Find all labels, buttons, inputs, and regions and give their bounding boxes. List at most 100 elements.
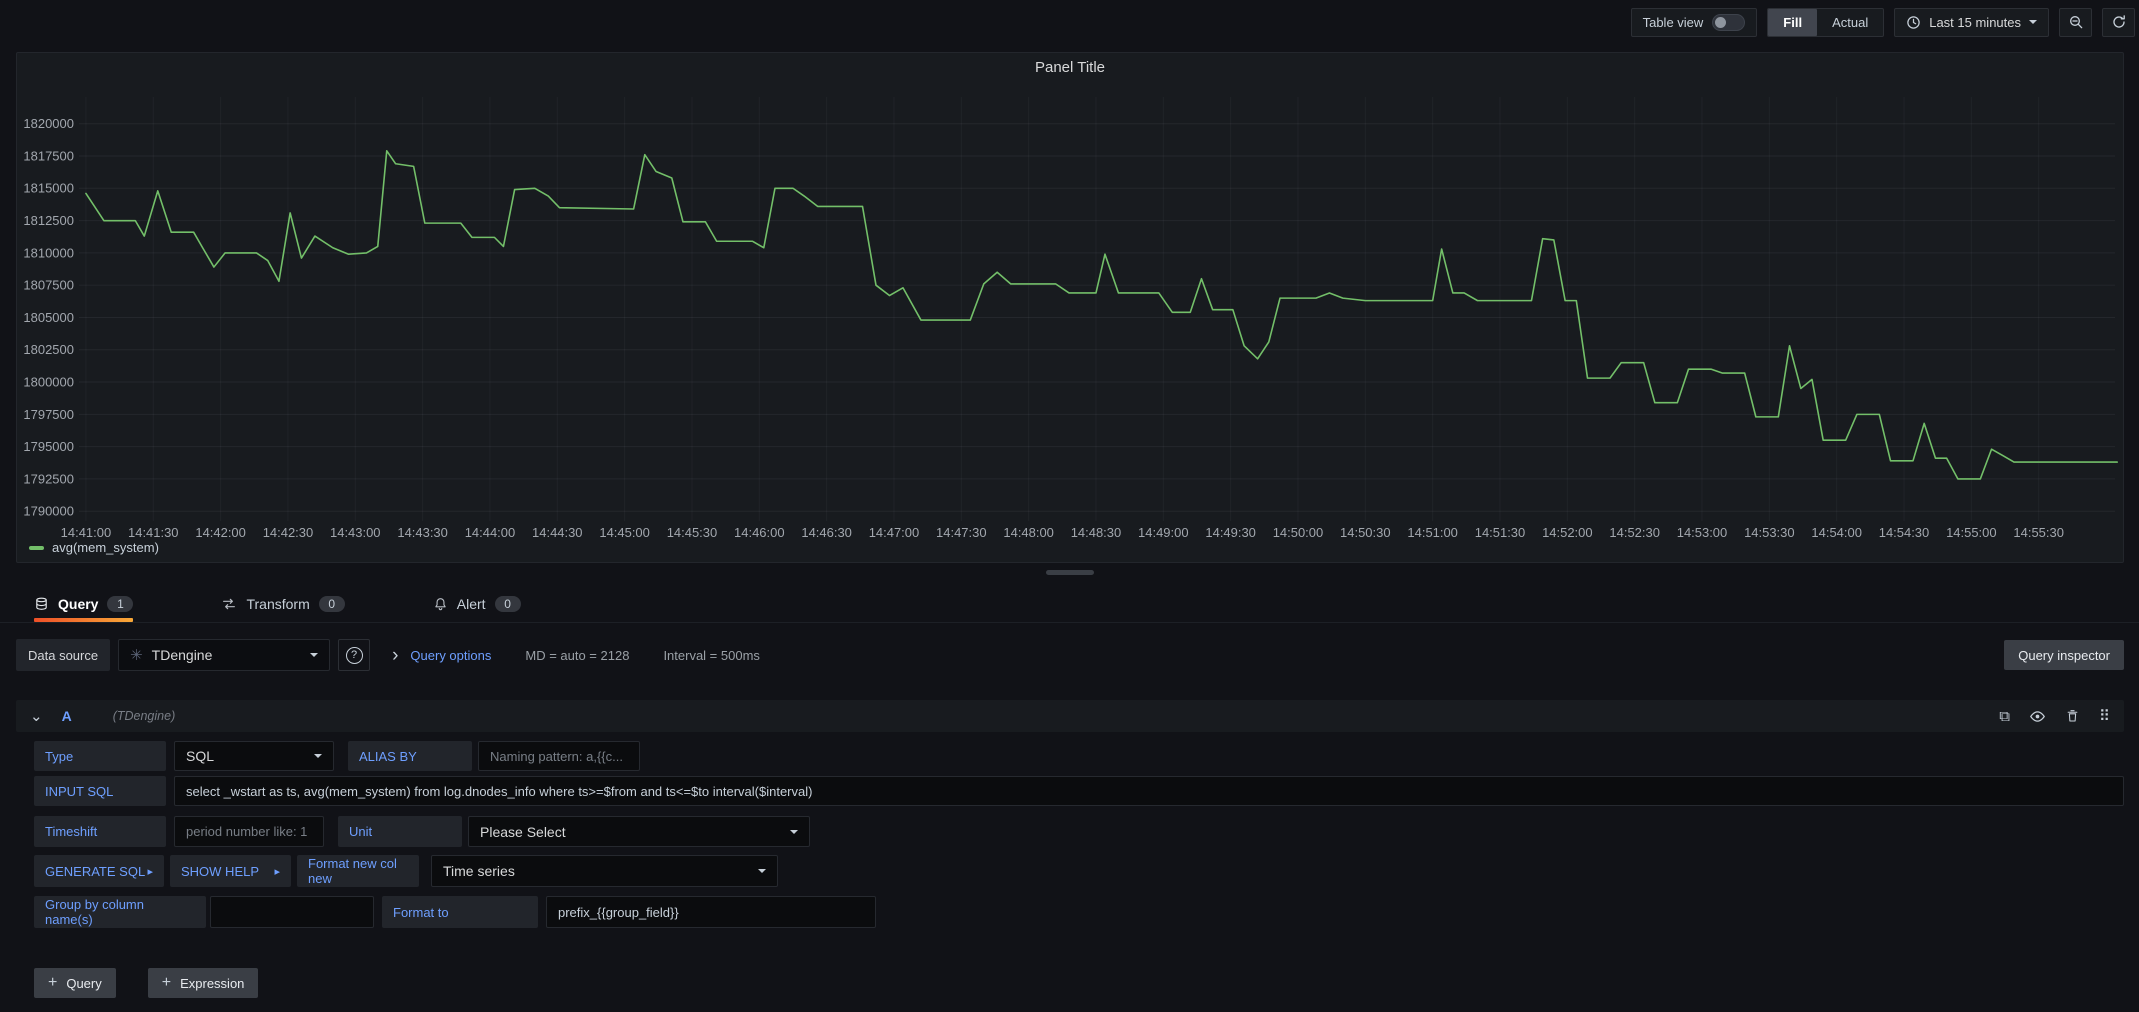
alias-by-input[interactable] <box>478 741 640 771</box>
type-select[interactable]: SQL <box>174 741 334 771</box>
format-to-input[interactable] <box>546 896 876 928</box>
svg-text:1805000: 1805000 <box>23 310 74 325</box>
zoom-out-button[interactable] <box>2059 8 2092 37</box>
legend-series-marker <box>29 546 44 550</box>
svg-text:1795000: 1795000 <box>23 439 74 454</box>
time-series-panel: 1820000181750018150001812500181000018075… <box>16 52 2124 563</box>
actual-button[interactable]: Actual <box>1817 9 1883 36</box>
type-label: Type <box>34 741 166 771</box>
svg-text:1800000: 1800000 <box>23 375 74 390</box>
svg-text:14:52:00: 14:52:00 <box>1542 525 1592 540</box>
table-view-toggle[interactable] <box>1712 14 1745 31</box>
time-range-label: Last 15 minutes <box>1929 15 2021 30</box>
svg-text:1815000: 1815000 <box>23 181 74 196</box>
unit-label: Unit <box>338 816 462 847</box>
query-inspector-button[interactable]: Query inspector <box>2004 640 2124 670</box>
datasource-picker[interactable]: ✳ TDengine <box>118 639 330 671</box>
svg-text:1797500: 1797500 <box>23 407 74 422</box>
form-row-input-sql: INPUT SQL <box>34 776 2124 806</box>
tab-query[interactable]: Query 1 <box>34 586 133 622</box>
format-to-label: Format to <box>382 896 538 928</box>
svg-text:14:54:30: 14:54:30 <box>1879 525 1929 540</box>
format-select[interactable]: Time series <box>431 855 778 887</box>
svg-text:14:48:30: 14:48:30 <box>1071 525 1121 540</box>
plus-icon: + <box>48 974 57 992</box>
table-view-label: Table view <box>1643 15 1704 30</box>
svg-text:14:43:00: 14:43:00 <box>330 525 380 540</box>
svg-text:14:54:00: 14:54:00 <box>1811 525 1861 540</box>
form-row-timeshift: Timeshift Unit Please Select <box>34 816 810 847</box>
group-by-input[interactable] <box>210 896 374 928</box>
svg-text:14:42:30: 14:42:30 <box>263 525 313 540</box>
svg-text:1792500: 1792500 <box>23 471 74 486</box>
transform-icon <box>221 596 237 612</box>
unit-select[interactable]: Please Select <box>468 816 810 847</box>
fill-button[interactable]: Fill <box>1768 9 1817 36</box>
collapse-chevron-icon[interactable]: ⌄ <box>30 712 43 721</box>
svg-text:14:45:30: 14:45:30 <box>667 525 717 540</box>
svg-text:14:43:30: 14:43:30 <box>397 525 447 540</box>
svg-text:14:55:00: 14:55:00 <box>1946 525 1996 540</box>
generate-sql-label: GENERATE SQL <box>45 864 145 879</box>
bottom-actions: + Query + Expression <box>34 968 258 998</box>
svg-text:14:55:30: 14:55:30 <box>2013 525 2063 540</box>
format-select-value: Time series <box>443 863 515 879</box>
duplicate-query-icon[interactable]: ⧉ <box>1999 708 2010 725</box>
legend-series-label: avg(mem_system) <box>52 540 159 555</box>
hide-query-eye-icon[interactable] <box>2029 708 2046 725</box>
svg-text:14:44:00: 14:44:00 <box>465 525 515 540</box>
chevron-down-icon <box>2029 20 2037 24</box>
timeshift-input[interactable] <box>174 816 324 847</box>
show-help-label: SHOW HELP <box>181 864 259 879</box>
type-select-value: SQL <box>186 748 214 764</box>
legend-item[interactable]: avg(mem_system) <box>29 540 159 555</box>
editor-tabs: Query 1 Transform 0 Alert 0 <box>0 586 2139 623</box>
input-sql-field[interactable] <box>174 776 2124 806</box>
svg-text:14:51:00: 14:51:00 <box>1407 525 1457 540</box>
fill-actual-segmented: Fill Actual <box>1767 8 1884 37</box>
zoom-out-icon <box>2068 14 2084 30</box>
svg-text:14:42:00: 14:42:00 <box>195 525 245 540</box>
arrow-right-icon: ▸ <box>147 865 153 878</box>
time-series-chart[interactable]: 1820000181750018150001812500181000018075… <box>17 53 2123 562</box>
generate-sql-toggle[interactable]: GENERATE SQL ▸ <box>34 855 164 887</box>
chevron-down-icon <box>790 830 798 834</box>
unit-select-value: Please Select <box>480 824 566 840</box>
svg-text:14:49:30: 14:49:30 <box>1205 525 1255 540</box>
svg-text:1820000: 1820000 <box>23 116 74 131</box>
datasource-label: Data source <box>16 639 110 671</box>
query-datasource-hint: (TDengine) <box>113 709 176 723</box>
tdengine-logo-icon: ✳ <box>130 646 143 664</box>
tab-transform[interactable]: Transform 0 <box>221 586 344 622</box>
tab-query-count-badge: 1 <box>107 596 133 612</box>
chevron-right-icon[interactable]: › <box>392 646 398 665</box>
add-expression-button[interactable]: + Expression <box>148 968 259 998</box>
show-help-toggle[interactable]: SHOW HELP ▸ <box>170 855 291 887</box>
query-ref-id[interactable]: A <box>62 708 72 724</box>
time-range-picker[interactable]: Last 15 minutes <box>1894 8 2049 37</box>
datasource-help-button[interactable]: ? <box>338 639 370 671</box>
svg-text:14:41:00: 14:41:00 <box>61 525 111 540</box>
svg-text:1802500: 1802500 <box>23 342 74 357</box>
timeshift-label: Timeshift <box>34 816 166 847</box>
query-options-link[interactable]: Query options <box>410 648 491 663</box>
group-by-label: Group by column name(s) <box>34 896 206 928</box>
panel-title[interactable]: Panel Title <box>17 59 2123 76</box>
query-row-header[interactable]: ⌄ A (TDengine) ⧉ ⠿ <box>16 700 2124 732</box>
add-query-button[interactable]: + Query <box>34 968 116 998</box>
panel-resize-handle[interactable] <box>1046 570 1094 575</box>
tab-alert-count-badge: 0 <box>495 596 521 612</box>
svg-text:14:46:00: 14:46:00 <box>734 525 784 540</box>
svg-text:14:53:00: 14:53:00 <box>1677 525 1727 540</box>
svg-text:14:50:00: 14:50:00 <box>1273 525 1323 540</box>
svg-text:1817500: 1817500 <box>23 148 74 163</box>
delete-query-trash-icon[interactable] <box>2065 708 2080 724</box>
top-toolbar: Table view Fill Actual Last 15 minutes <box>0 0 2139 44</box>
drag-handle-icon[interactable]: ⠿ <box>2099 707 2110 725</box>
svg-text:1807500: 1807500 <box>23 278 74 293</box>
refresh-button[interactable] <box>2102 8 2135 37</box>
tab-alert[interactable]: Alert 0 <box>433 586 521 622</box>
format-label: Format new col new <box>297 855 419 887</box>
tab-transform-count-badge: 0 <box>319 596 345 612</box>
form-row-group-by: Group by column name(s) Format to <box>34 896 876 928</box>
